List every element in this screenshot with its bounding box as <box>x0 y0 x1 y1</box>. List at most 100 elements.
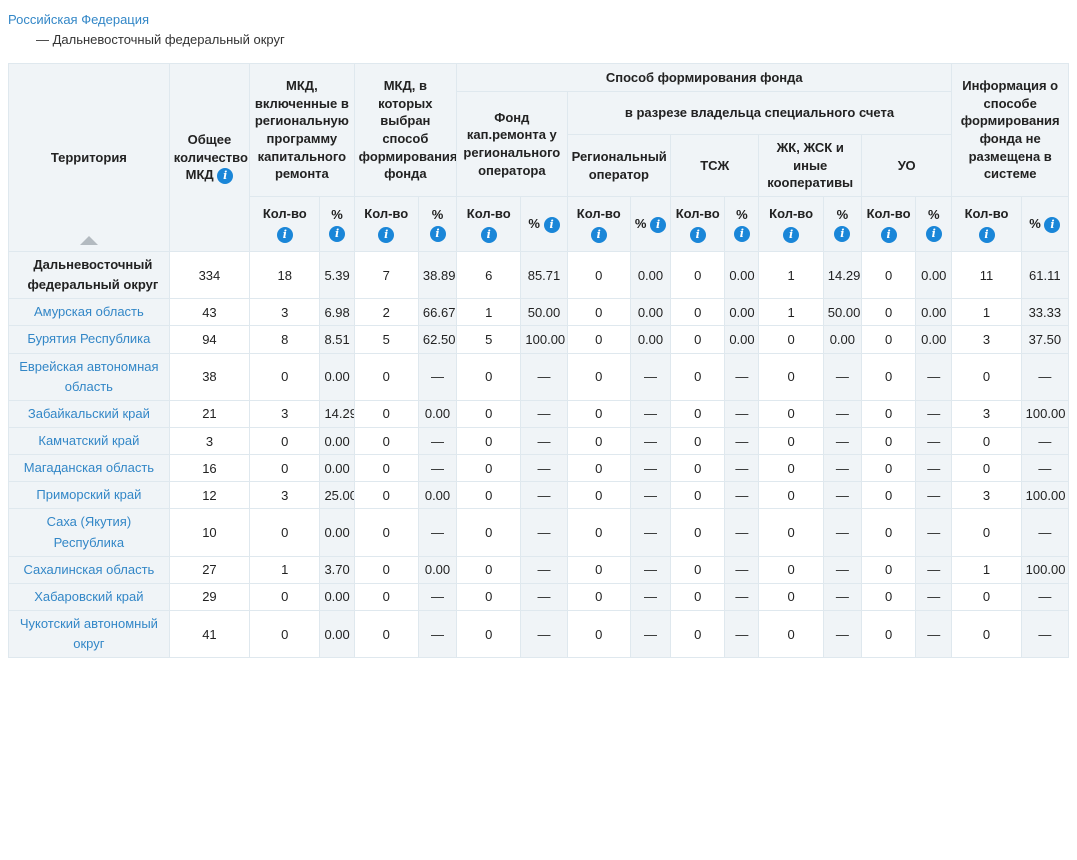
value-cell: 0 <box>354 556 418 583</box>
column-header-method-chosen: МКД, в которых выбран способ формировани… <box>354 64 456 197</box>
value-cell: 0 <box>952 583 1021 610</box>
value-cell: 12 <box>169 482 249 509</box>
value-cell: — <box>418 583 456 610</box>
column-header-territory[interactable]: Территория <box>9 64 170 252</box>
table-row: Дальневосточный федеральный округ334185.… <box>9 252 1069 299</box>
value-cell: 100.00 <box>1021 482 1068 509</box>
territory-link[interactable]: Магаданская область <box>24 460 154 475</box>
value-cell: 0.00 <box>418 400 456 427</box>
info-icon[interactable]: i <box>430 226 446 242</box>
column-header-total-mkd: Общее количество МКД i <box>169 64 249 252</box>
territory-link[interactable]: Саха (Якутия) Республика <box>47 514 132 549</box>
value-cell: — <box>521 353 567 400</box>
value-cell: — <box>1021 509 1068 556</box>
territory-link[interactable]: Сахалинская область <box>23 562 154 577</box>
value-cell: 0 <box>952 427 1021 454</box>
value-cell: — <box>521 400 567 427</box>
column-header-special-account-group: в разрезе владельца специального счета <box>567 92 952 135</box>
value-cell: 0 <box>567 583 630 610</box>
value-cell: 50.00 <box>521 299 567 326</box>
subheader-count: Кол-воi <box>759 197 823 252</box>
value-cell: 14.29 <box>320 400 354 427</box>
info-icon[interactable]: i <box>378 227 394 243</box>
info-icon[interactable]: i <box>1044 217 1060 233</box>
value-cell: 0.00 <box>320 427 354 454</box>
value-cell: 0 <box>952 353 1021 400</box>
subheader-percent: % i <box>630 197 670 252</box>
value-cell: — <box>521 556 567 583</box>
value-cell: 1 <box>759 299 823 326</box>
territory-cell: Амурская область <box>9 299 170 326</box>
info-icon[interactable]: i <box>834 226 850 242</box>
value-cell: 0.00 <box>418 482 456 509</box>
value-cell: 0 <box>567 455 630 482</box>
column-header-no-info: Информация о способе формирования фонда … <box>952 64 1069 197</box>
info-icon[interactable]: i <box>926 226 942 242</box>
value-cell: 0 <box>567 556 630 583</box>
value-cell: 0 <box>861 252 915 299</box>
value-cell: 41 <box>169 610 249 657</box>
value-cell: 25.00 <box>320 482 354 509</box>
value-cell: 0.00 <box>916 326 952 353</box>
value-cell: 37.50 <box>1021 326 1068 353</box>
value-cell: — <box>725 509 759 556</box>
value-cell: 0 <box>952 509 1021 556</box>
column-header-regional-operator: Региональный оператор <box>567 135 670 197</box>
info-icon[interactable]: i <box>544 217 560 233</box>
info-icon[interactable]: i <box>881 227 897 243</box>
value-cell: — <box>521 509 567 556</box>
value-cell: 14.29 <box>823 252 861 299</box>
value-cell: 0.00 <box>725 299 759 326</box>
info-icon[interactable]: i <box>650 217 666 233</box>
breadcrumb-link-russia[interactable]: Российская Федерация <box>8 12 149 27</box>
info-icon[interactable]: i <box>690 227 706 243</box>
value-cell: 61.11 <box>1021 252 1068 299</box>
info-icon[interactable]: i <box>481 227 497 243</box>
territory-link[interactable]: Забайкальский край <box>28 406 150 421</box>
value-cell: 0 <box>759 353 823 400</box>
value-cell: 0 <box>952 455 1021 482</box>
sort-asc-icon[interactable] <box>80 236 98 245</box>
info-icon[interactable]: i <box>979 227 995 243</box>
value-cell: 50.00 <box>823 299 861 326</box>
value-cell: 0 <box>861 326 915 353</box>
value-cell: 85.71 <box>521 252 567 299</box>
info-icon[interactable]: i <box>591 227 607 243</box>
value-cell: — <box>630 556 670 583</box>
subheader-percent: % i <box>1021 197 1068 252</box>
territory-link[interactable]: Амурская область <box>34 304 144 319</box>
info-icon[interactable]: i <box>217 168 233 184</box>
value-cell: 0 <box>354 400 418 427</box>
info-icon[interactable]: i <box>734 226 750 242</box>
table-row: Приморский край12325.0000.000—0—0—0—0—31… <box>9 482 1069 509</box>
value-cell: 11 <box>952 252 1021 299</box>
value-cell: 0 <box>354 353 418 400</box>
value-cell: 0 <box>567 353 630 400</box>
value-cell: 1 <box>250 556 320 583</box>
value-cell: 0.00 <box>320 610 354 657</box>
value-cell: 0 <box>671 299 725 326</box>
info-icon[interactable]: i <box>783 227 799 243</box>
value-cell: — <box>823 509 861 556</box>
value-cell: 0 <box>354 509 418 556</box>
subheader-percent: % i <box>521 197 567 252</box>
info-icon[interactable]: i <box>329 226 345 242</box>
info-icon[interactable]: i <box>277 227 293 243</box>
territory-link[interactable]: Камчатский край <box>38 433 139 448</box>
territory-link[interactable]: Приморский край <box>36 487 141 502</box>
territory-link[interactable]: Бурятия Республика <box>27 331 150 346</box>
value-cell: — <box>725 400 759 427</box>
territory-cell: Камчатский край <box>9 427 170 454</box>
value-cell: 0 <box>567 299 630 326</box>
value-cell: 3 <box>250 482 320 509</box>
subheader-percent: % i <box>320 197 354 252</box>
value-cell: — <box>916 353 952 400</box>
value-cell: — <box>521 583 567 610</box>
table-row: Еврейская автономная область3800.000—0—0… <box>9 353 1069 400</box>
territory-link[interactable]: Хабаровский край <box>34 589 143 604</box>
value-cell: 0.00 <box>823 326 861 353</box>
subheader-percent: % i <box>916 197 952 252</box>
territory-link[interactable]: Еврейская автономная область <box>19 359 158 394</box>
table-row: Камчатский край300.000—0—0—0—0—0—0— <box>9 427 1069 454</box>
territory-link[interactable]: Чукотский автономный округ <box>20 616 158 651</box>
